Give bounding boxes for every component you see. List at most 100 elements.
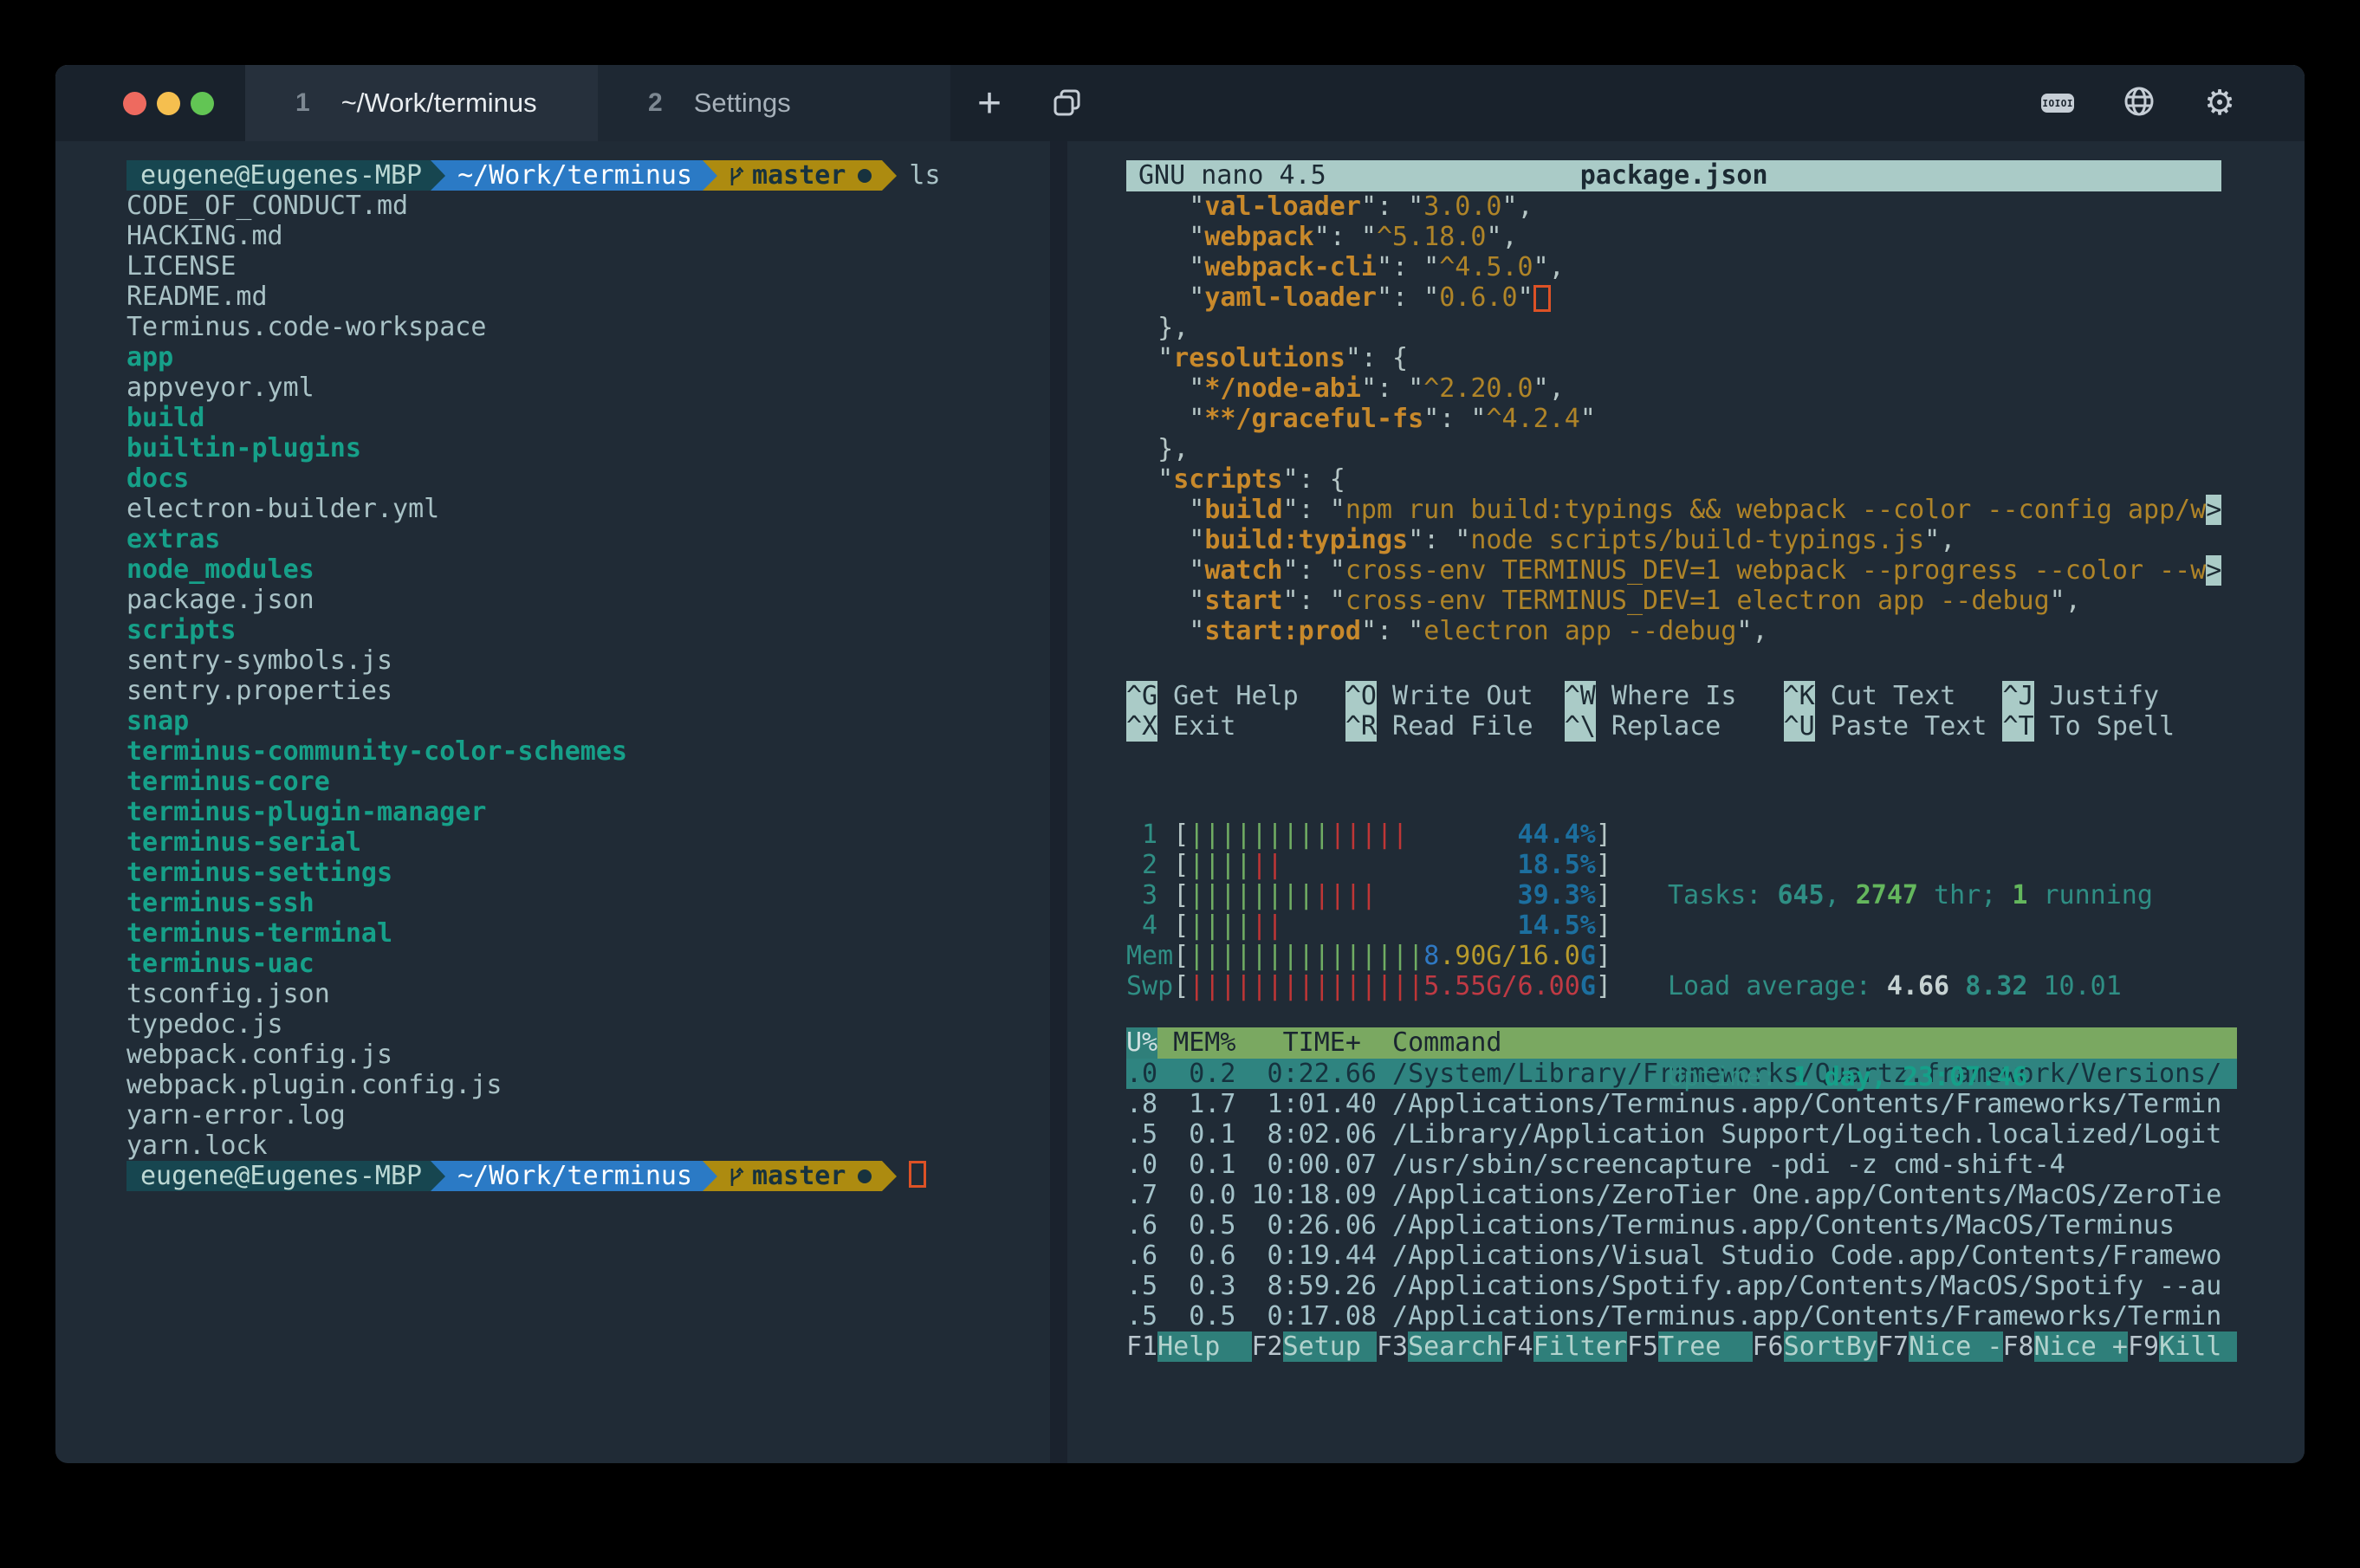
fkey-F8[interactable]: F8Nice + <box>2003 1332 2129 1363</box>
process-row[interactable]: .5 0.3 8:59.26 /Applications/Spotify.app… <box>1126 1271 2237 1301</box>
process-row[interactable]: .0 0.1 0:00.07 /usr/sbin/screencapture -… <box>1126 1150 2237 1180</box>
shortcut-key: ^O <box>1345 681 1377 711</box>
meter-body: |||||||||||||||5.55G/6.00G <box>1189 971 1596 1001</box>
sort-column-header[interactable]: U% <box>1126 1027 1157 1059</box>
nano-editor-content[interactable]: "val-loader": "3.0.0", "webpack": "^5.18… <box>1126 191 2305 646</box>
shortcut-key: ^W <box>1565 681 1596 711</box>
fkey-F9[interactable]: F9Kill <box>2128 1332 2237 1363</box>
json-key: webpack-cli <box>1204 252 1377 282</box>
fkey-F7[interactable]: F7Nice - <box>1877 1332 2003 1363</box>
powerline-arrow-icon <box>431 160 445 191</box>
fkey-F4[interactable]: F4Filter <box>1502 1332 1628 1363</box>
nano-line: }, <box>1126 434 2305 464</box>
tab-title: ~/Work/terminus <box>341 87 537 119</box>
minimize-button[interactable] <box>157 92 180 115</box>
fkey-F3[interactable]: F3Search <box>1377 1332 1502 1363</box>
nano-shortcut-ctrl-K[interactable]: ^K Cut Text <box>1784 681 2003 711</box>
process-row[interactable]: .5 0.5 0:17.08 /Applications/Terminus.ap… <box>1126 1301 2237 1332</box>
nano-shortcut-ctrl-G[interactable]: ^G Get Help <box>1126 681 1345 711</box>
tab-~/Work/terminus[interactable]: 1~/Work/terminus <box>245 65 598 141</box>
tasks-count: 645 <box>1777 880 1824 910</box>
fkey-F1[interactable]: F1Help <box>1126 1332 1252 1363</box>
ls-entry: extras <box>126 524 1050 554</box>
json-punct: ": " <box>1361 616 1423 646</box>
fkey-label: Search <box>1408 1332 1501 1362</box>
nano-shortcut-ctrl-T[interactable]: ^T To Spell <box>2002 711 2221 742</box>
shortcut-key: ^K <box>1784 681 1815 711</box>
ls-entry: terminus-ssh <box>126 888 1050 918</box>
json-punct: ": " <box>1283 495 1345 525</box>
shortcut-key: ^\ <box>1565 711 1596 742</box>
ls-entry: terminus-plugin-manager <box>126 797 1050 827</box>
nano-shortcut-ctrl-\[interactable]: ^\ Replace <box>1565 711 1784 742</box>
meter-bars: |||||| <box>1189 850 1282 880</box>
new-tab-button[interactable]: + <box>950 65 1028 141</box>
fkey-F6[interactable]: F6SortBy <box>1753 1332 1878 1363</box>
nano-shortcut-ctrl-J[interactable]: ^J Justify <box>2002 681 2221 711</box>
right-pane[interactable]: GNU nano 4.5 package.json "val-loader": … <box>1067 141 2305 1463</box>
nano-line: "scripts": { <box>1126 464 2305 495</box>
ls-entry: terminus-community-color-schemes <box>126 736 1050 767</box>
fkey-label: Nice + <box>2034 1332 2128 1362</box>
globe-icon[interactable] <box>2123 85 2156 122</box>
nano-line: "yaml-loader": "0.6.0" <box>1126 282 2305 313</box>
nano-shortcut-ctrl-W[interactable]: ^W Where Is <box>1565 681 1784 711</box>
shortcut-label: Write Out <box>1377 681 1533 711</box>
prompt-cwd-segment: ~/Work/terminus <box>445 160 703 191</box>
pane-divider[interactable] <box>1050 141 1067 1463</box>
shell-cursor <box>909 1161 926 1188</box>
json-punct: ": " <box>1408 525 1470 555</box>
json-punct: " <box>1518 282 1533 313</box>
split-duplicate-icon[interactable] <box>1028 65 1106 141</box>
fkey-number: F3 <box>1377 1332 1408 1362</box>
json-punct: " <box>1126 373 1204 404</box>
ls-entry: README.md <box>126 282 1050 312</box>
ls-entry: docs <box>126 463 1050 494</box>
fkey-number: F4 <box>1502 1332 1533 1362</box>
ls-entry: electron-builder.yml <box>126 494 1050 524</box>
swap-used-total: 5.55G/6.00 <box>1423 971 1580 1001</box>
powerline-arrow-icon <box>431 1161 445 1191</box>
meter-label: Swp <box>1126 971 1173 1001</box>
meter-label: 2 <box>1126 850 1173 880</box>
nano-line: "*/node-abi": "^2.20.0", <box>1126 373 2305 404</box>
shortcut-label: Exit <box>1157 711 1235 742</box>
meter-bracket: ] <box>1596 850 1611 880</box>
zoom-button[interactable] <box>191 92 214 115</box>
json-punct: " <box>1126 404 1204 434</box>
git-dirty-dot-icon <box>858 1170 872 1183</box>
nano-shortcut-ctrl-U[interactable]: ^U Paste Text <box>1784 711 2003 742</box>
ls-entry: CODE_OF_CONDUCT.md <box>126 191 1050 221</box>
fkey-F5[interactable]: F5Tree <box>1627 1332 1753 1363</box>
tab-Settings[interactable]: 2Settings <box>598 65 950 141</box>
terminus-window: 1~/Work/terminus2Settings + IOIOI <box>55 65 2305 1463</box>
swap-bars: ||||||||||||||| <box>1189 971 1423 1001</box>
serial-icon[interactable]: IOIOI <box>2041 94 2074 113</box>
nano-shortcut-ctrl-R[interactable]: ^R Read File <box>1345 711 1565 742</box>
shortcut-label: Where Is <box>1596 681 1737 711</box>
meter-body: ||||||14.5% <box>1189 910 1596 941</box>
shortcut-key: ^U <box>1784 711 1815 742</box>
fkey-label: Filter <box>1533 1332 1627 1362</box>
git-branch-label: master <box>752 1161 846 1191</box>
ls-entry: build <box>126 403 1050 433</box>
close-button[interactable] <box>123 92 146 115</box>
process-row[interactable]: .6 0.6 0:19.44 /Applications/Visual Stud… <box>1126 1241 2237 1271</box>
process-row[interactable]: .7 0.0 10:18.09 /Applications/ZeroTier O… <box>1126 1180 2237 1210</box>
json-value: cross-env TERMINUS_DEV=1 webpack --progr… <box>1345 555 2206 586</box>
fkey-F2[interactable]: F2Setup <box>1252 1332 1378 1363</box>
git-branch-label: master <box>752 160 846 191</box>
meter-body: ||||||||||||||44.4% <box>1189 820 1596 850</box>
json-punct: ": " <box>1361 373 1423 404</box>
shell-pane[interactable]: eugene@Eugenes-MBP ~/Work/terminus maste… <box>55 141 1050 1463</box>
meter-bars: |||||||||||| <box>1189 880 1377 910</box>
ls-entry: HACKING.md <box>126 221 1050 251</box>
meter-body: ||||||||||||39.3% <box>1189 880 1596 910</box>
settings-gear-icon[interactable]: ⚙ <box>2204 86 2235 120</box>
nano-shortcut-ctrl-X[interactable]: ^X Exit <box>1126 711 1345 742</box>
fkey-number: F5 <box>1627 1332 1658 1362</box>
powerline-arrow-icon <box>882 1161 897 1191</box>
nano-shortcut-ctrl-O[interactable]: ^O Write Out <box>1345 681 1565 711</box>
process-row[interactable]: .6 0.5 0:26.06 /Applications/Terminus.ap… <box>1126 1210 2237 1241</box>
mem-used: 8 <box>1423 941 1439 971</box>
